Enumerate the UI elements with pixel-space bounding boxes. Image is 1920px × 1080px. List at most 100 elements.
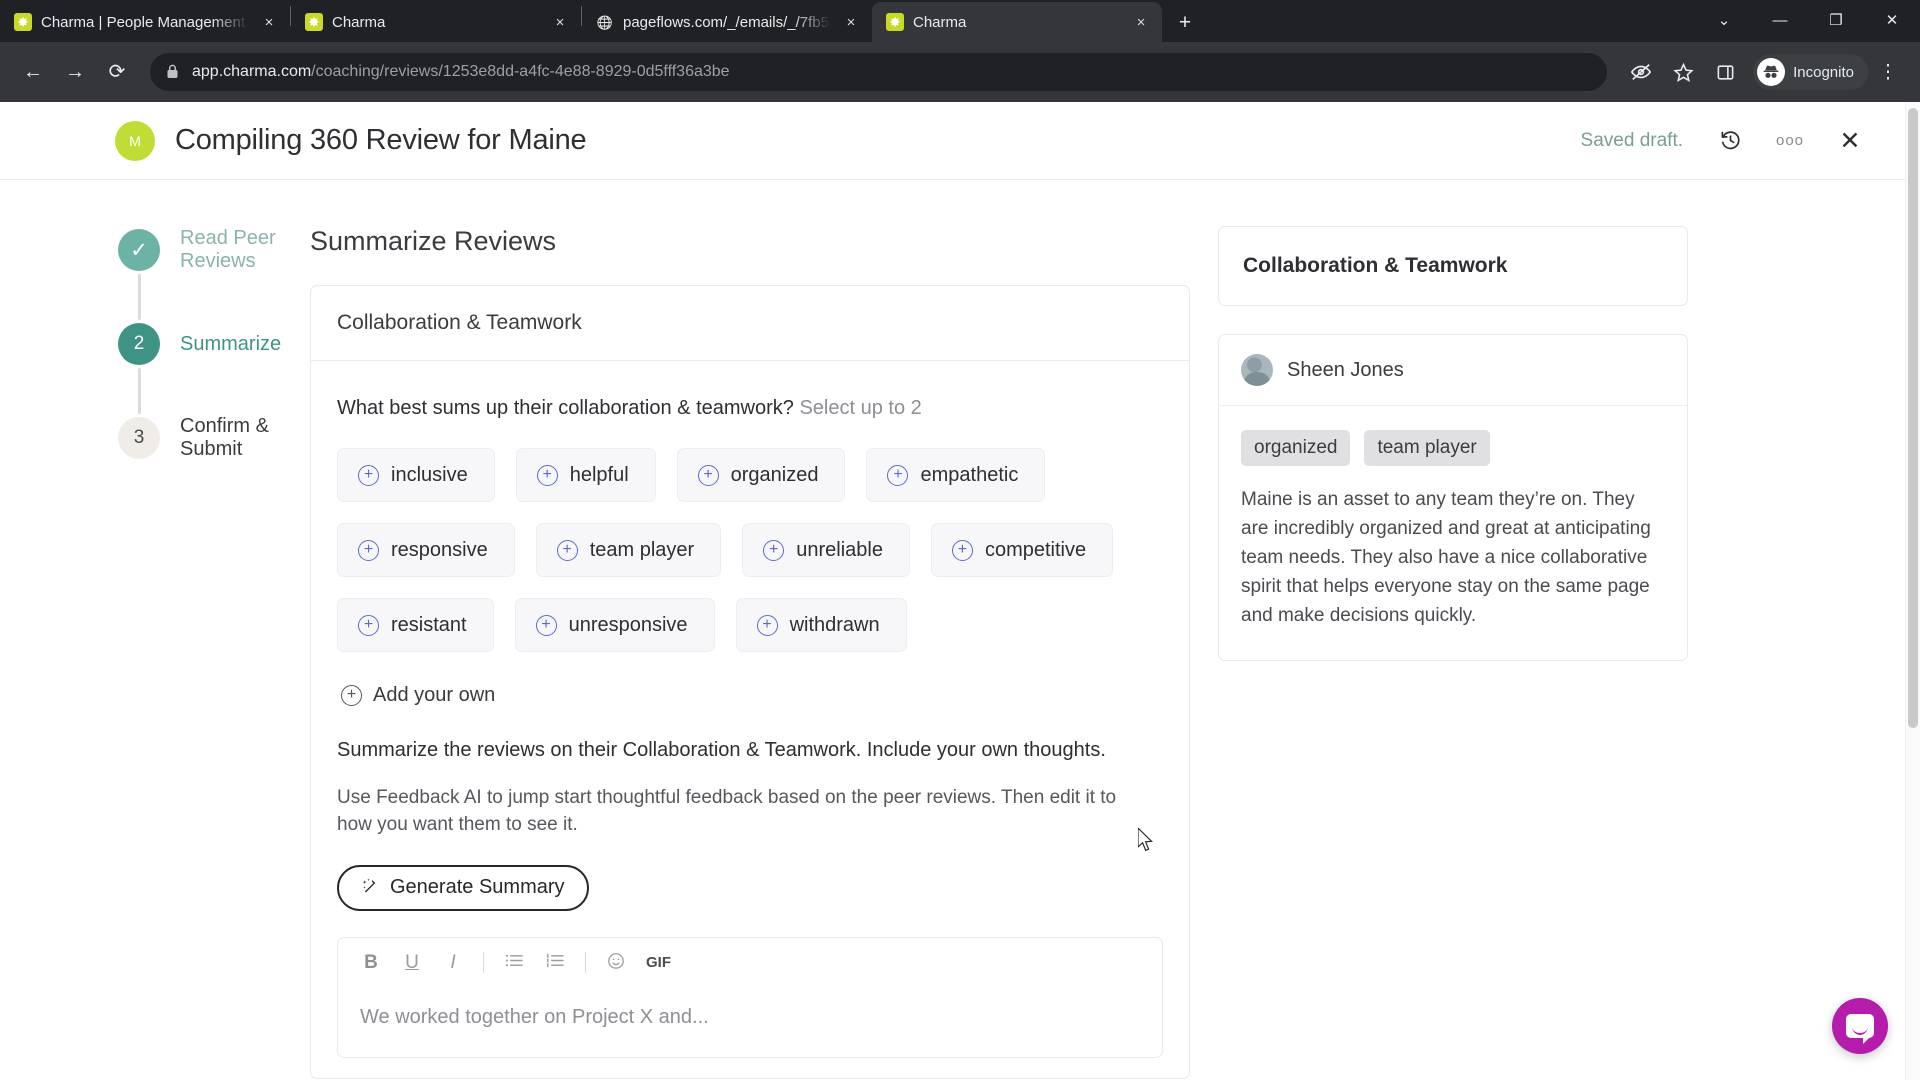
- bold-icon[interactable]: B: [360, 953, 382, 972]
- close-icon[interactable]: ✕: [1837, 127, 1863, 155]
- page-scrollbar[interactable]: [1905, 102, 1920, 1080]
- summary-prompt: Summarize the reviews on their Collabora…: [337, 739, 1106, 761]
- address-bar-url: app.charma.com/coaching/reviews/1253e8dd…: [192, 63, 730, 81]
- browser-tab-4-active[interactable]: Charma ×: [872, 2, 1162, 42]
- avatar: M: [115, 120, 155, 161]
- plus-icon: +: [887, 464, 909, 486]
- plus-icon: +: [536, 464, 558, 486]
- emoji-icon[interactable]: [605, 952, 627, 974]
- step-marker: ✓: [118, 229, 160, 271]
- chip-resistant[interactable]: + resistant: [337, 598, 494, 652]
- question-hint: Select up to 2: [799, 397, 922, 419]
- card-body: What best sums up their collaboration & …: [311, 361, 1189, 1078]
- reviewer-name: Sheen Jones: [1287, 358, 1404, 381]
- chip-label: withdrawn: [789, 613, 880, 636]
- underline-icon[interactable]: U: [401, 953, 423, 972]
- italic-icon[interactable]: I: [442, 953, 464, 972]
- charma-favicon-icon: [305, 13, 323, 31]
- back-icon[interactable]: ←: [14, 53, 52, 91]
- plus-icon: +: [535, 614, 557, 636]
- history-icon[interactable]: [1717, 128, 1743, 154]
- chip-unresponsive[interactable]: + unresponsive: [514, 598, 715, 652]
- chip-label: helpful: [569, 463, 629, 486]
- more-options-icon[interactable]: ooo: [1776, 128, 1803, 154]
- tab-title: Charma: [913, 13, 967, 31]
- tab-close-icon[interactable]: ×: [840, 11, 862, 33]
- wizard-stepper: ✓ Read Peer Reviews 2 Summarize 3 Confir…: [0, 226, 310, 1080]
- new-tab-button[interactable]: +: [1168, 5, 1202, 39]
- review-tag: team player: [1364, 430, 1490, 466]
- chip-label: resistant: [391, 613, 467, 636]
- magic-wand-icon: [361, 877, 380, 899]
- card-heading: Collaboration & Teamwork: [311, 286, 1189, 361]
- chip-withdrawn[interactable]: + withdrawn: [735, 598, 907, 652]
- peer-review-card: Sheen Jones organized team player Maine …: [1218, 334, 1688, 662]
- add-your-own-label: Add your own: [373, 684, 496, 706]
- chip-helpful[interactable]: + helpful: [515, 448, 656, 502]
- summary-textarea[interactable]: We worked together on Project X and...: [338, 988, 1162, 1057]
- browser-tab-2[interactable]: Charma ×: [291, 2, 581, 42]
- chip-responsive[interactable]: + responsive: [337, 523, 515, 577]
- bulleted-list-icon[interactable]: [503, 953, 525, 972]
- plus-icon: +: [756, 614, 778, 636]
- step-read-peer-reviews[interactable]: ✓ Read Peer Reviews: [118, 226, 310, 274]
- chip-empathetic[interactable]: + empathetic: [866, 448, 1046, 502]
- chip-unreliable[interactable]: + unreliable: [742, 523, 910, 577]
- maximize-icon[interactable]: ❐: [1808, 0, 1864, 40]
- generate-summary-button[interactable]: Generate Summary: [337, 864, 589, 911]
- gif-icon[interactable]: GIF: [646, 955, 671, 970]
- plus-icon: +: [556, 539, 578, 561]
- url-host: app.charma.com: [192, 63, 312, 80]
- profile-incognito-button[interactable]: Incognito: [1753, 54, 1868, 90]
- chip-team-player[interactable]: + team player: [535, 523, 722, 577]
- charma-favicon-icon: [14, 13, 32, 31]
- chip-label: inclusive: [391, 463, 468, 486]
- browser-menu-icon[interactable]: ⋮: [1870, 54, 1906, 90]
- panel-topic-card: Collaboration & Teamwork: [1218, 226, 1688, 306]
- minimize-icon[interactable]: —: [1752, 0, 1808, 40]
- chip-organized[interactable]: + organized: [676, 448, 846, 502]
- browser-toolbar: ← → ⟳ app.charma.com/coaching/reviews/12…: [0, 42, 1920, 102]
- tab-close-icon[interactable]: ×: [1130, 11, 1152, 33]
- window-close-icon[interactable]: ✕: [1864, 0, 1920, 40]
- bookmark-star-icon[interactable]: [1663, 52, 1703, 92]
- trait-chip-group: + inclusive + helpful + organized + empathet…: [337, 448, 1163, 652]
- step-summarize[interactable]: 2 Summarize: [118, 320, 310, 368]
- browser-tab-1[interactable]: Charma | People Management S ×: [0, 2, 290, 42]
- forward-icon[interactable]: →: [56, 53, 94, 91]
- step-confirm-submit[interactable]: 3 Confirm & Submit: [118, 414, 310, 462]
- chip-competitive[interactable]: + competitive: [930, 523, 1114, 577]
- chip-label: unreliable: [796, 538, 883, 561]
- review-tag: organized: [1241, 430, 1351, 466]
- url-path: /coaching/reviews/1253e8dd-a4fc-4e88-892…: [311, 63, 730, 80]
- rich-text-editor[interactable]: B U I GIF We worked together on Project …: [337, 936, 1163, 1058]
- chip-inclusive[interactable]: + inclusive: [337, 448, 495, 502]
- profile-label: Incognito: [1793, 63, 1854, 81]
- tab-close-icon[interactable]: ×: [549, 11, 571, 33]
- tracking-protection-eye-off-icon[interactable]: [1621, 52, 1661, 92]
- reload-icon[interactable]: ⟳: [98, 53, 136, 91]
- section-title: Summarize Reviews: [310, 226, 557, 256]
- add-your-own-button[interactable]: + Add your own: [337, 678, 499, 713]
- address-bar[interactable]: app.charma.com/coaching/reviews/1253e8dd…: [150, 53, 1608, 91]
- page-content: ✓ Read Peer Reviews 2 Summarize 3 Confir…: [0, 180, 1920, 1080]
- scrollbar-thumb[interactable]: [1908, 108, 1918, 728]
- avatar: [1241, 354, 1273, 386]
- tab-search-chevron-down-icon[interactable]: ⌄: [1696, 0, 1752, 40]
- plus-icon: +: [358, 464, 379, 486]
- tab-close-icon[interactable]: ×: [258, 11, 280, 33]
- intercom-chat-button[interactable]: [1832, 998, 1888, 1054]
- toolbar-divider: [585, 952, 586, 974]
- browser-tab-3[interactable]: pageflows.com/_/emails/_/7fb5c ×: [582, 2, 872, 42]
- panel-title: Collaboration & Teamwork: [1243, 254, 1508, 277]
- toolbar-divider: [483, 952, 484, 974]
- step-label: Confirm & Submit: [180, 415, 269, 460]
- window-controls: ⌄ — ❐ ✕: [1696, 0, 1920, 42]
- chip-label: team player: [589, 538, 695, 561]
- step-connector: [138, 274, 141, 320]
- numbered-list-icon[interactable]: [544, 953, 566, 972]
- side-panel-icon[interactable]: [1705, 52, 1745, 92]
- step-label: Summarize: [180, 332, 282, 355]
- peer-reviews-panel: Collaboration & Teamwork Sheen Jones org…: [1218, 226, 1688, 1080]
- app-header: M Compiling 360 Review for Maine Saved d…: [0, 102, 1920, 180]
